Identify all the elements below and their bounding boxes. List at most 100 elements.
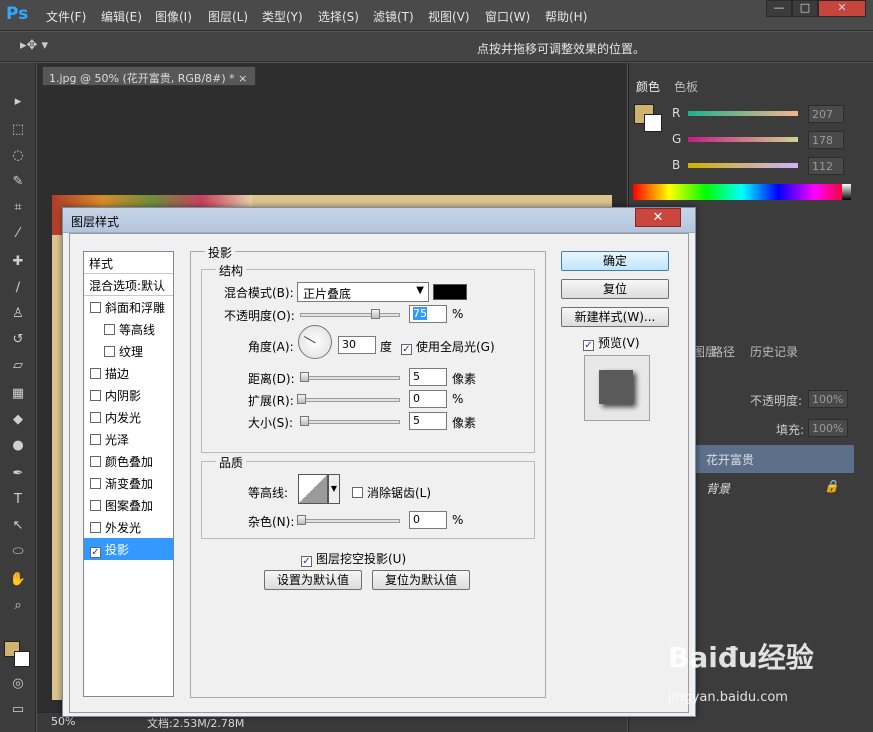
menu-edit[interactable]: 编辑(E) [101, 8, 142, 25]
size-slider-thumb[interactable] [300, 416, 309, 426]
green-channel-slider[interactable] [688, 137, 798, 142]
tab-swatches[interactable]: 色板 [674, 78, 698, 95]
close-window-button[interactable]: ✕ [818, 0, 866, 17]
background-color-swatch[interactable] [14, 651, 30, 667]
ok-button[interactable]: 确定 [561, 251, 669, 271]
zoom-tool-icon[interactable]: ⌕ [8, 597, 28, 615]
shadow-color-swatch[interactable] [433, 284, 467, 300]
layer-opacity-value[interactable]: 100% [808, 390, 848, 408]
menu-type[interactable]: 类型(Y) [262, 8, 303, 25]
style-item[interactable]: 纹理 [84, 340, 173, 362]
eraser-tool-icon[interactable]: ▱ [8, 357, 28, 375]
reset-button[interactable]: 复位 [561, 279, 669, 299]
distance-slider-thumb[interactable] [300, 372, 309, 382]
knockout-checkbox[interactable]: ✓ 图层挖空投影(U) [301, 550, 406, 567]
path-select-tool-icon[interactable]: ↖ [8, 517, 28, 535]
spread-input[interactable]: 0 [409, 390, 447, 408]
move-tool-preset-icon[interactable]: ▸✥ ▾ [20, 38, 48, 53]
crop-tool-icon[interactable]: ⌗ [8, 199, 28, 217]
distance-input[interactable]: 5 [409, 368, 447, 386]
shape-tool-icon[interactable]: ⬭ [8, 543, 28, 561]
style-checkbox-icon[interactable] [90, 434, 101, 445]
stamp-tool-icon[interactable]: ♙ [8, 305, 28, 323]
opacity-slider[interactable] [300, 313, 400, 317]
screen-mode-icon[interactable]: ▭ [8, 701, 28, 719]
spread-slider[interactable] [300, 398, 400, 402]
color-spectrum-bar[interactable] [633, 184, 851, 200]
angle-dial[interactable] [298, 325, 332, 359]
tab-history[interactable]: 历史记录 [750, 343, 798, 360]
move-tool-icon[interactable]: ▸ [8, 93, 28, 111]
style-item[interactable]: 等高线 [84, 318, 173, 340]
menu-filter[interactable]: 滤镜(T) [373, 8, 414, 25]
noise-slider-thumb[interactable] [297, 515, 306, 525]
spread-slider-thumb[interactable] [297, 394, 306, 404]
tab-color[interactable]: 颜色 [636, 78, 660, 95]
red-channel-slider[interactable] [688, 111, 798, 116]
quick-select-tool-icon[interactable]: ✎ [8, 173, 28, 191]
pen-tool-icon[interactable]: ✒ [8, 465, 28, 483]
style-checkbox-icon[interactable] [90, 368, 101, 379]
dialog-close-button[interactable]: ✕ [635, 208, 681, 227]
hand-tool-icon[interactable]: ✋ [8, 571, 28, 589]
blend-mode-select[interactable]: 正片叠底 ▼ [297, 282, 429, 302]
size-input[interactable]: 5 [409, 412, 447, 430]
style-checkbox-icon[interactable] [90, 390, 101, 401]
style-checkbox-icon[interactable] [90, 478, 101, 489]
style-checkbox-icon[interactable] [90, 500, 101, 511]
red-channel-value[interactable]: 207 [808, 105, 844, 123]
style-checkbox-icon[interactable] [90, 456, 101, 467]
menu-view[interactable]: 视图(V) [428, 8, 470, 25]
angle-input[interactable]: 30 [338, 336, 376, 354]
opacity-input[interactable]: 75 [409, 305, 447, 323]
style-checkbox-icon[interactable] [90, 302, 101, 313]
noise-input[interactable]: 0 [409, 511, 447, 529]
menu-select[interactable]: 选择(S) [318, 8, 359, 25]
maximize-button[interactable]: □ [792, 0, 818, 17]
eyedropper-tool-icon[interactable]: ⁄ [8, 225, 28, 243]
history-brush-tool-icon[interactable]: ↺ [8, 331, 28, 349]
global-light-checkbox[interactable]: ✓ 使用全局光(G) [401, 338, 495, 355]
antialias-checkbox[interactable]: 消除锯齿(L) [352, 484, 431, 501]
gradient-tool-icon[interactable]: ▦ [8, 385, 28, 403]
contour-picker[interactable] [298, 474, 328, 504]
layer-row-flowers[interactable]: 花开富贵 [688, 445, 854, 473]
blue-channel-value[interactable]: 112 [808, 157, 844, 175]
document-tab[interactable]: 1.jpg @ 50% (花开富贵, RGB/8#) * × [42, 66, 256, 86]
opacity-slider-thumb[interactable] [371, 309, 380, 319]
reset-default-button[interactable]: 复位为默认值 [372, 570, 470, 590]
blur-tool-icon[interactable]: ◆ [8, 411, 28, 429]
minimize-button[interactable]: — [766, 0, 792, 17]
layer-row-background[interactable]: 背景 🔒 [688, 474, 854, 502]
style-checkbox-icon[interactable]: ✓ [90, 547, 101, 558]
styles-header[interactable]: 样式 [84, 252, 173, 274]
blue-channel-slider[interactable] [688, 163, 798, 168]
style-item[interactable]: 光泽 [84, 428, 173, 450]
style-checkbox-icon[interactable] [104, 346, 115, 357]
marquee-tool-icon[interactable]: ⬚ [8, 121, 28, 139]
preview-checkbox[interactable]: ✓ 预览(V) [583, 334, 640, 351]
brush-tool-icon[interactable]: ∕ [8, 279, 28, 297]
menu-window[interactable]: 窗口(W) [485, 8, 530, 25]
style-checkbox-icon[interactable] [104, 324, 115, 335]
dodge-tool-icon[interactable]: ● [8, 437, 28, 455]
menu-layer[interactable]: 图层(L) [208, 8, 248, 25]
dialog-titlebar[interactable]: 图层样式 ✕ [63, 208, 695, 233]
menu-image[interactable]: 图像(I) [155, 8, 192, 25]
contour-dropdown-icon[interactable]: ▼ [328, 474, 340, 504]
style-checkbox-icon[interactable] [90, 522, 101, 533]
style-item[interactable]: 外发光 [84, 516, 173, 538]
set-default-button[interactable]: 设置为默认值 [264, 570, 362, 590]
distance-slider[interactable] [300, 376, 400, 380]
style-item[interactable]: 斜面和浮雕 [84, 296, 173, 318]
close-tab-icon[interactable]: × [238, 72, 247, 85]
style-item[interactable]: 描边 [84, 362, 173, 384]
blending-options-item[interactable]: 混合选项:默认 [84, 274, 173, 296]
style-item[interactable]: ✓ 投影 [84, 538, 173, 560]
noise-slider[interactable] [300, 519, 400, 523]
style-item[interactable]: 内阴影 [84, 384, 173, 406]
style-item[interactable]: 渐变叠加 [84, 472, 173, 494]
tab-paths[interactable]: 路径 [711, 343, 735, 360]
style-item[interactable]: 颜色叠加 [84, 450, 173, 472]
quick-mask-icon[interactable]: ◎ [8, 675, 28, 693]
